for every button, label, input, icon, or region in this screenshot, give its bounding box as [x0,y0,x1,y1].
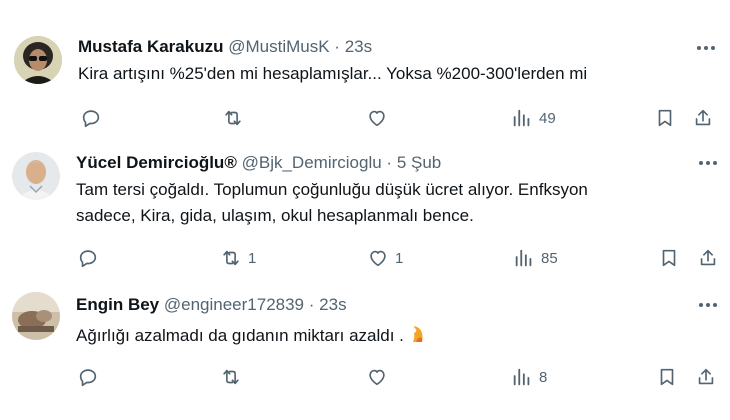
share-button[interactable] [695,365,717,389]
reply-icon [79,369,97,387]
heart-icon [369,369,385,386]
reply-button[interactable] [77,365,105,389]
author-handle[interactable]: @engineer172839 [164,295,304,314]
retweet-icon [223,369,239,385]
emoji-icon [412,326,423,342]
view-count: 8 [539,368,548,386]
tweet-time[interactable]: 23s [319,295,346,314]
avatar[interactable] [12,292,60,340]
like-button[interactable] [366,365,394,389]
bookmark-icon [660,368,674,386]
tweet-text-line: Ağırlığı azalmadı da gıdanın miktarı aza… [76,326,404,345]
tweet-engin[interactable]: Engin Bey @engineer172839 · 23s Ağırlığı… [0,0,730,420]
separator-dot: · [308,295,315,314]
avatar-image [12,292,60,340]
views-button[interactable]: 8 [511,365,547,389]
tweet-text: Ağırlığı azalmadı da gıdanın miktarı aza… [76,323,426,349]
author-name[interactable]: Engin Bey [76,295,159,314]
retweet-button[interactable] [220,365,248,389]
bookmark-button[interactable] [656,365,678,389]
views-icon [513,368,530,386]
more-icon[interactable] [696,295,720,315]
share-icon [698,368,714,385]
